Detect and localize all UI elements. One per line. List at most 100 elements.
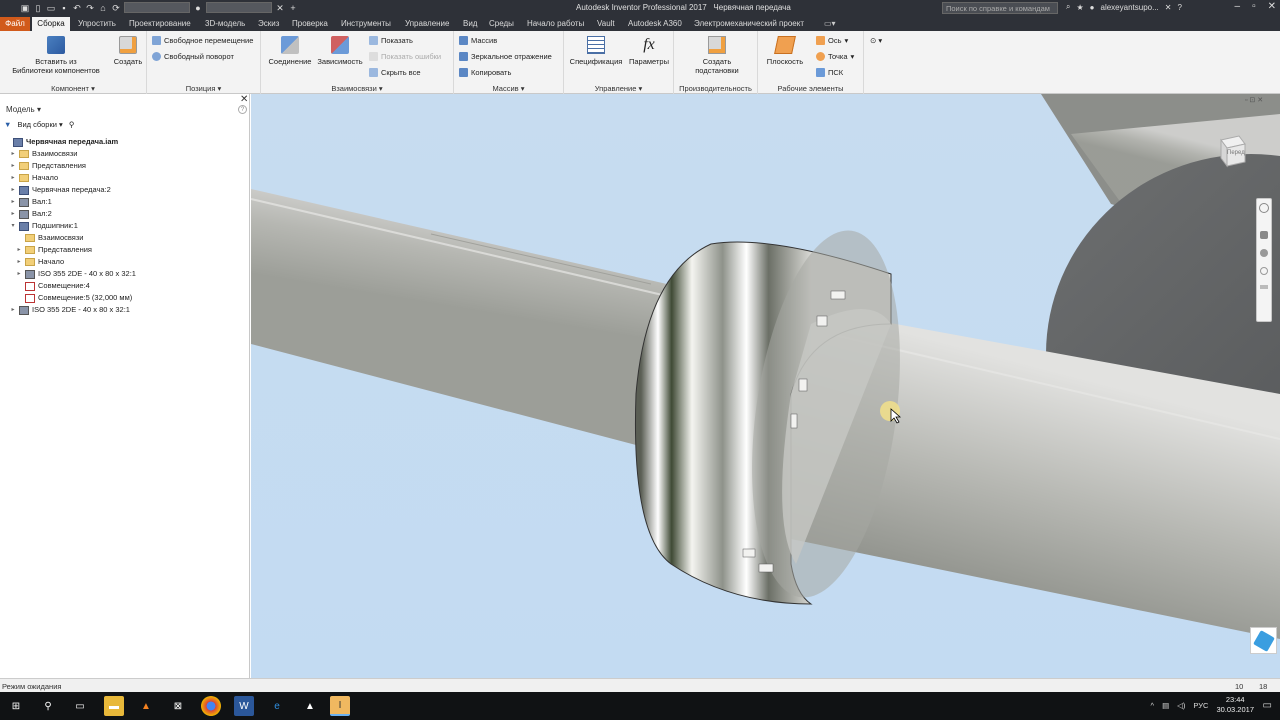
help-icon[interactable]: ?: [1177, 3, 1181, 12]
show-errors-button[interactable]: Показать ошибки: [369, 52, 441, 61]
tab-vault[interactable]: Vault: [597, 17, 615, 31]
material-combo[interactable]: [124, 2, 190, 13]
pattern-button[interactable]: Массив: [459, 36, 497, 45]
undo-icon[interactable]: ↶: [72, 3, 82, 13]
expand-icon[interactable]: ▸: [16, 268, 22, 280]
free-rotate-button[interactable]: Свободный поворот: [152, 52, 234, 61]
notifications-icon[interactable]: ▭: [1263, 700, 1272, 711]
browser-title[interactable]: Модель ▾: [6, 105, 41, 114]
steering-wheel-icon[interactable]: [1259, 203, 1269, 213]
appearance-combo[interactable]: [206, 2, 272, 13]
tab-assembly[interactable]: Сборка: [32, 17, 70, 31]
network-icon[interactable]: ▤: [1162, 701, 1169, 710]
tree-item[interactable]: Совмещение:4: [16, 280, 90, 292]
tree-item[interactable]: ▸ Взаимосвязи: [10, 148, 77, 160]
clock[interactable]: 23:44 30.03.2017: [1216, 695, 1254, 715]
graphics-window[interactable]: Перед ▫ ⊡ ✕: [251, 94, 1280, 678]
open-icon[interactable]: ▭: [46, 3, 56, 13]
plane-button[interactable]: Плоскость: [764, 36, 806, 66]
tab-view[interactable]: Вид: [463, 17, 477, 31]
language-indicator[interactable]: РУС: [1193, 701, 1208, 710]
expand-icon[interactable]: ▸: [16, 256, 22, 268]
new-file-icon[interactable]: ▯: [33, 3, 43, 13]
tree-item[interactable]: ▸ ISO 355 2DE - 40 x 80 x 32:1: [10, 304, 130, 316]
hide-all-button[interactable]: Скрыть все: [369, 68, 421, 77]
tree-item[interactable]: ▸ Вал:1: [10, 196, 52, 208]
tree-item[interactable]: ▸ Начало: [16, 256, 64, 268]
inventor-icon[interactable]: I: [330, 696, 350, 716]
volume-icon[interactable]: ◁): [1177, 701, 1185, 710]
photos-icon[interactable]: ▲: [300, 696, 320, 716]
search-icon[interactable]: ⌕: [1066, 2, 1070, 12]
username[interactable]: alexeyantsupo...: [1101, 3, 1159, 12]
look-at-icon[interactable]: [1260, 285, 1268, 289]
axis-button[interactable]: Ось ▾: [816, 36, 848, 45]
mirror-button[interactable]: Зеркальное отражение: [459, 52, 552, 61]
maximize-icon[interactable]: ▫: [1252, 1, 1256, 12]
create-substitute-button[interactable]: Создать подстановки: [682, 36, 752, 75]
redo-icon[interactable]: ↷: [85, 3, 95, 13]
user-icon[interactable]: ●: [1090, 3, 1095, 12]
tab-manage[interactable]: Управление: [405, 17, 449, 31]
insert-from-library-button[interactable]: Вставить из Библиотеки компонентов: [6, 36, 106, 75]
tree-item[interactable]: ▸ Представления: [10, 160, 86, 172]
task-view-icon[interactable]: ▭: [70, 696, 90, 716]
tree-item[interactable]: Совмещение:5 (32,000 мм): [16, 292, 132, 304]
tab-electromechanical[interactable]: Электромеханический проект: [694, 17, 804, 31]
close-icon[interactable]: ✕: [1268, 1, 1276, 12]
expand-icon[interactable]: ▸: [10, 184, 16, 196]
tab-3d-model[interactable]: 3D-модель: [205, 17, 245, 31]
tab-get-started[interactable]: Начало работы: [527, 17, 584, 31]
tree-item[interactable]: Червячная передача.iam: [4, 136, 118, 148]
expand-icon[interactable]: ▸: [10, 208, 16, 220]
copy-button[interactable]: Копировать: [459, 68, 511, 77]
vlc-icon[interactable]: ▲: [136, 696, 156, 716]
plus-icon[interactable]: +: [288, 3, 298, 13]
exchange-icon[interactable]: ✕: [1165, 3, 1172, 12]
parameters-button[interactable]: fx Параметры: [626, 36, 672, 66]
windows-start-icon[interactable]: ⊞: [6, 696, 26, 716]
view-cube[interactable]: Перед: [1217, 134, 1247, 168]
tree-item[interactable]: ▾ Подшипник:1: [10, 220, 78, 232]
zoom-icon[interactable]: [1260, 249, 1268, 257]
tab-simplify[interactable]: Упростить: [78, 17, 116, 31]
home-icon[interactable]: ⌂: [98, 3, 108, 13]
expand-icon[interactable]: ▸: [10, 304, 16, 316]
close-icon[interactable]: ✕: [240, 94, 248, 105]
expand-icon[interactable]: ▸: [10, 172, 16, 184]
expand-icon[interactable]: ▸: [10, 148, 16, 160]
tab-inspect[interactable]: Проверка: [292, 17, 328, 31]
file-explorer-icon[interactable]: ▬: [104, 696, 124, 716]
save-icon[interactable]: ▪: [59, 3, 69, 13]
tree-item[interactable]: ▸ Вал:2: [10, 208, 52, 220]
free-move-button[interactable]: Свободное перемещение: [152, 36, 253, 45]
chrome-icon[interactable]: [201, 696, 221, 716]
bom-button[interactable]: Спецификация: [566, 36, 626, 66]
measure-icon[interactable]: ✕: [275, 3, 285, 13]
view-selector[interactable]: Вид сборки ▾: [17, 120, 62, 129]
tab-sketch[interactable]: Эскиз: [258, 17, 279, 31]
tree-item[interactable]: ▸ Представления: [16, 244, 92, 256]
search-icon[interactable]: ⚲: [38, 696, 58, 716]
tab-file[interactable]: Файл: [0, 17, 30, 31]
ribbon-toggle-icon[interactable]: ▭▾: [824, 17, 836, 31]
minimize-icon[interactable]: –: [1235, 1, 1241, 12]
tab-design[interactable]: Проектирование: [129, 17, 191, 31]
show-button[interactable]: Показать: [369, 36, 413, 45]
tab-environments[interactable]: Среды: [489, 17, 514, 31]
create-component-button[interactable]: Создать: [112, 36, 144, 66]
tab-tools[interactable]: Инструменты: [341, 17, 391, 31]
point-button[interactable]: Точка ▾: [816, 52, 854, 61]
tab-a360[interactable]: Autodesk A360: [628, 17, 682, 31]
help-icon[interactable]: ?: [238, 105, 247, 114]
find-icon[interactable]: ⚲: [69, 120, 75, 129]
joint-button[interactable]: Соединение: [267, 36, 313, 66]
edge-icon[interactable]: e: [267, 696, 287, 716]
expand-icon[interactable]: ▾: [10, 220, 16, 232]
tree-item[interactable]: Взаимосвязи: [16, 232, 83, 244]
favorites-icon[interactable]: ★: [1076, 3, 1083, 12]
update-icon[interactable]: ⟳: [111, 3, 121, 13]
expand-icon[interactable]: ▸: [16, 244, 22, 256]
ribbon-options-icon[interactable]: ⊙ ▾: [870, 36, 882, 45]
pan-icon[interactable]: [1260, 231, 1268, 239]
